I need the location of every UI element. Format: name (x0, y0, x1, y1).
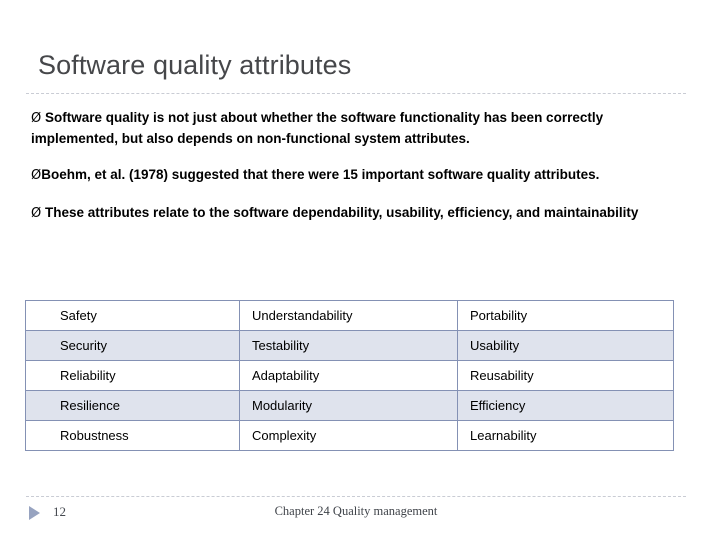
slide-canvas: Software quality attributes Ø Software q… (0, 0, 720, 540)
footer-chapter-label: Chapter 24 Quality management (274, 504, 438, 518)
bullet-arrow-icon: Ø (31, 168, 42, 183)
bullet-item: ØBoehm, et al. (1978) suggested that the… (31, 165, 679, 186)
table-cell: Reusability (457, 360, 674, 391)
table-body: Safety Understandability Portability Sec… (25, 300, 674, 451)
bullet-arrow-icon: Ø (31, 205, 42, 221)
table-cell: Robustness (25, 420, 240, 451)
table-cell: Usability (457, 330, 674, 361)
table-row: Safety Understandability Portability (25, 300, 674, 331)
table-row: Robustness Complexity Learnability (25, 420, 674, 451)
bullet-text: These attributes relate to the software … (45, 204, 639, 220)
page-title: Software quality attributes (38, 50, 352, 80)
table-cell: Testability (239, 330, 458, 361)
footer-divider (26, 496, 686, 497)
table-cell: Resilience (25, 390, 240, 421)
body-content: Ø Software quality is not just about whe… (31, 108, 679, 223)
table-cell: Understandability (239, 300, 458, 331)
title-divider (26, 93, 686, 94)
table-cell: Efficiency (457, 390, 674, 421)
table-cell: Reliability (25, 360, 240, 391)
quality-attributes-table: Safety Understandability Portability Sec… (25, 300, 674, 451)
bullet-text: Software quality is not just about wheth… (31, 110, 604, 146)
table-cell: Safety (25, 300, 240, 331)
bullet-text: Boehm, et al. (1978) suggested that ther… (41, 167, 600, 182)
bullet-arrow-icon: Ø (31, 111, 42, 126)
table-row: Reliability Adaptability Reusability (25, 360, 674, 391)
table-cell: Complexity (239, 420, 458, 451)
title-block: Software quality attributes (38, 48, 678, 90)
table-row: Security Testability Usability (25, 330, 674, 361)
table-cell: Security (25, 330, 240, 361)
bullet-item: Ø Software quality is not just about whe… (31, 108, 679, 148)
table-row: Resilience Modularity Efficiency (25, 390, 674, 421)
bullet-item: Ø These attributes relate to the softwar… (31, 203, 679, 224)
table-cell: Learnability (457, 420, 674, 451)
table-cell: Portability (457, 300, 674, 331)
slide-footer: 12 Chapter 24 Quality management (26, 502, 686, 526)
table-cell: Modularity (239, 390, 458, 421)
table-cell: Adaptability (239, 360, 458, 391)
